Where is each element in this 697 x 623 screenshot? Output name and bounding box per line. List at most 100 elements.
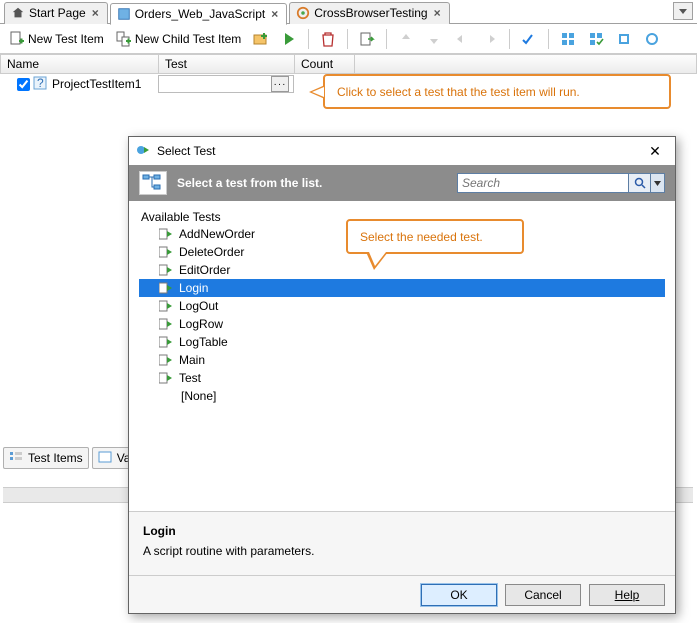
tree-item-none[interactable]: [None] (139, 387, 665, 405)
tab-label: Start Page (29, 6, 86, 20)
trash-icon (320, 31, 336, 47)
search-dropdown-button[interactable] (651, 173, 665, 193)
tab-label: CrossBrowserTesting (314, 6, 427, 20)
callout-text: Click to select a test that the test ite… (337, 85, 580, 99)
ellipsis-button[interactable]: ··· (271, 76, 289, 92)
outdent-button[interactable] (449, 28, 475, 50)
home-icon (11, 6, 25, 20)
callout-needed-test: Select the needed test. (346, 219, 524, 254)
tree-item-logtable[interactable]: LogTable (139, 333, 665, 351)
dialog-title: Select Test (157, 144, 215, 158)
separator (509, 29, 510, 49)
script-run-icon (159, 336, 173, 348)
close-icon[interactable]: × (432, 6, 443, 20)
col-name[interactable]: Name (1, 55, 159, 73)
button-label: New Test Item (28, 32, 104, 46)
run-button[interactable] (276, 28, 302, 50)
callout-tail (309, 85, 325, 99)
ok-button[interactable]: OK (421, 584, 497, 606)
script-run-icon (159, 264, 173, 276)
delete-button[interactable] (315, 28, 341, 50)
script-icon (117, 7, 131, 21)
tab-label: Orders_Web_JavaScript (135, 7, 266, 21)
script-run-icon (159, 354, 173, 366)
dialog-button-bar: OK Cancel Help (129, 575, 675, 613)
tree-item-editorder[interactable]: EditOrder (139, 261, 665, 279)
col-count[interactable]: Count (295, 55, 355, 73)
dialog-close-button[interactable]: ✕ (641, 141, 669, 161)
script-run-icon (159, 282, 173, 294)
grid-single-icon (616, 31, 632, 47)
tree-item-label: LogRow (177, 316, 225, 332)
separator (308, 29, 309, 49)
search-input[interactable] (457, 173, 629, 193)
tree-item-main[interactable]: Main (139, 351, 665, 369)
dialog-banner: Select a test from the list. (129, 165, 675, 201)
add-subitem-button[interactable] (248, 28, 274, 50)
move-up-button[interactable] (393, 28, 419, 50)
tab-start-page[interactable]: Start Page × (4, 2, 108, 24)
question-icon: ? (33, 76, 49, 92)
script-run-icon (159, 228, 173, 240)
close-icon[interactable]: × (90, 6, 101, 20)
cancel-button[interactable]: Cancel (505, 584, 581, 606)
new-child-test-item-button[interactable]: New Child Test Item (111, 28, 246, 50)
grid-view-1-button[interactable] (555, 28, 581, 50)
script-run-icon (159, 318, 173, 330)
search-button[interactable] (629, 173, 651, 193)
doc-child-plus-icon (116, 31, 132, 47)
cell-name: ? ProjectTestItem1 (0, 76, 158, 92)
grid-icon (560, 31, 576, 47)
tree-item-test[interactable]: Test (139, 369, 665, 387)
doc-plus-icon (9, 31, 25, 47)
row-name-label: ProjectTestItem1 (52, 77, 141, 91)
button-label: New Child Test Item (135, 32, 241, 46)
new-test-item-button[interactable]: New Test Item (4, 28, 109, 50)
var-icon (98, 450, 114, 466)
tree-item-logout[interactable]: LogOut (139, 297, 665, 315)
dialog-titlebar[interactable]: Select Test ✕ (129, 137, 675, 165)
bottom-tab-test-items[interactable]: Test Items (3, 447, 89, 469)
grid-view-3-button[interactable] (611, 28, 637, 50)
tree-item-label: DeleteOrder (177, 244, 246, 260)
bottom-tabs: Test Items Va (3, 447, 136, 469)
tree-item-login[interactable]: Login (139, 279, 665, 297)
svg-text:?: ? (37, 76, 44, 90)
col-test[interactable]: Test (159, 55, 295, 73)
script-run-icon (159, 372, 173, 384)
help-button[interactable]: Help (589, 584, 665, 606)
move-down-button[interactable] (421, 28, 447, 50)
folder-plus-icon (253, 31, 269, 47)
separator (386, 29, 387, 49)
tree-item-logrow[interactable]: LogRow (139, 315, 665, 333)
tab-orders-web-js[interactable]: Orders_Web_JavaScript × (110, 3, 288, 25)
search-box (457, 173, 665, 193)
dialog-icon (135, 142, 151, 161)
callout-text: Select the needed test. (360, 230, 483, 244)
list-icon (9, 450, 25, 466)
doc-arrow-icon (359, 31, 375, 47)
row-checkbox[interactable] (17, 78, 30, 91)
select-test-dialog: Select Test ✕ Select a test from the lis… (128, 136, 676, 614)
banner-text: Select a test from the list. (177, 176, 322, 190)
indent-button[interactable] (477, 28, 503, 50)
cell-test[interactable]: ··· (158, 75, 294, 93)
check-all-button[interactable] (516, 28, 542, 50)
tree-item-label: Main (177, 352, 207, 368)
clone-button[interactable] (354, 28, 380, 50)
grid-header: Name Test Count (0, 54, 697, 74)
grid-view-4-button[interactable] (639, 28, 665, 50)
arrow-up-icon (398, 31, 414, 47)
arrow-right-icon (482, 31, 498, 47)
bottom-tab-label: Test Items (28, 451, 83, 465)
dialog-detail-panel: Login A script routine with parameters. (129, 511, 675, 575)
check-all-icon (521, 31, 537, 47)
arrow-left-icon (454, 31, 470, 47)
close-icon[interactable]: × (269, 7, 280, 21)
tabs-overflow-button[interactable] (673, 2, 693, 20)
tab-crossbrowsertesting[interactable]: CrossBrowserTesting × (289, 2, 449, 24)
tree-item-label: [None] (179, 388, 218, 404)
play-icon (281, 31, 297, 47)
grid-view-2-button[interactable] (583, 28, 609, 50)
detail-desc: A script routine with parameters. (143, 544, 661, 558)
